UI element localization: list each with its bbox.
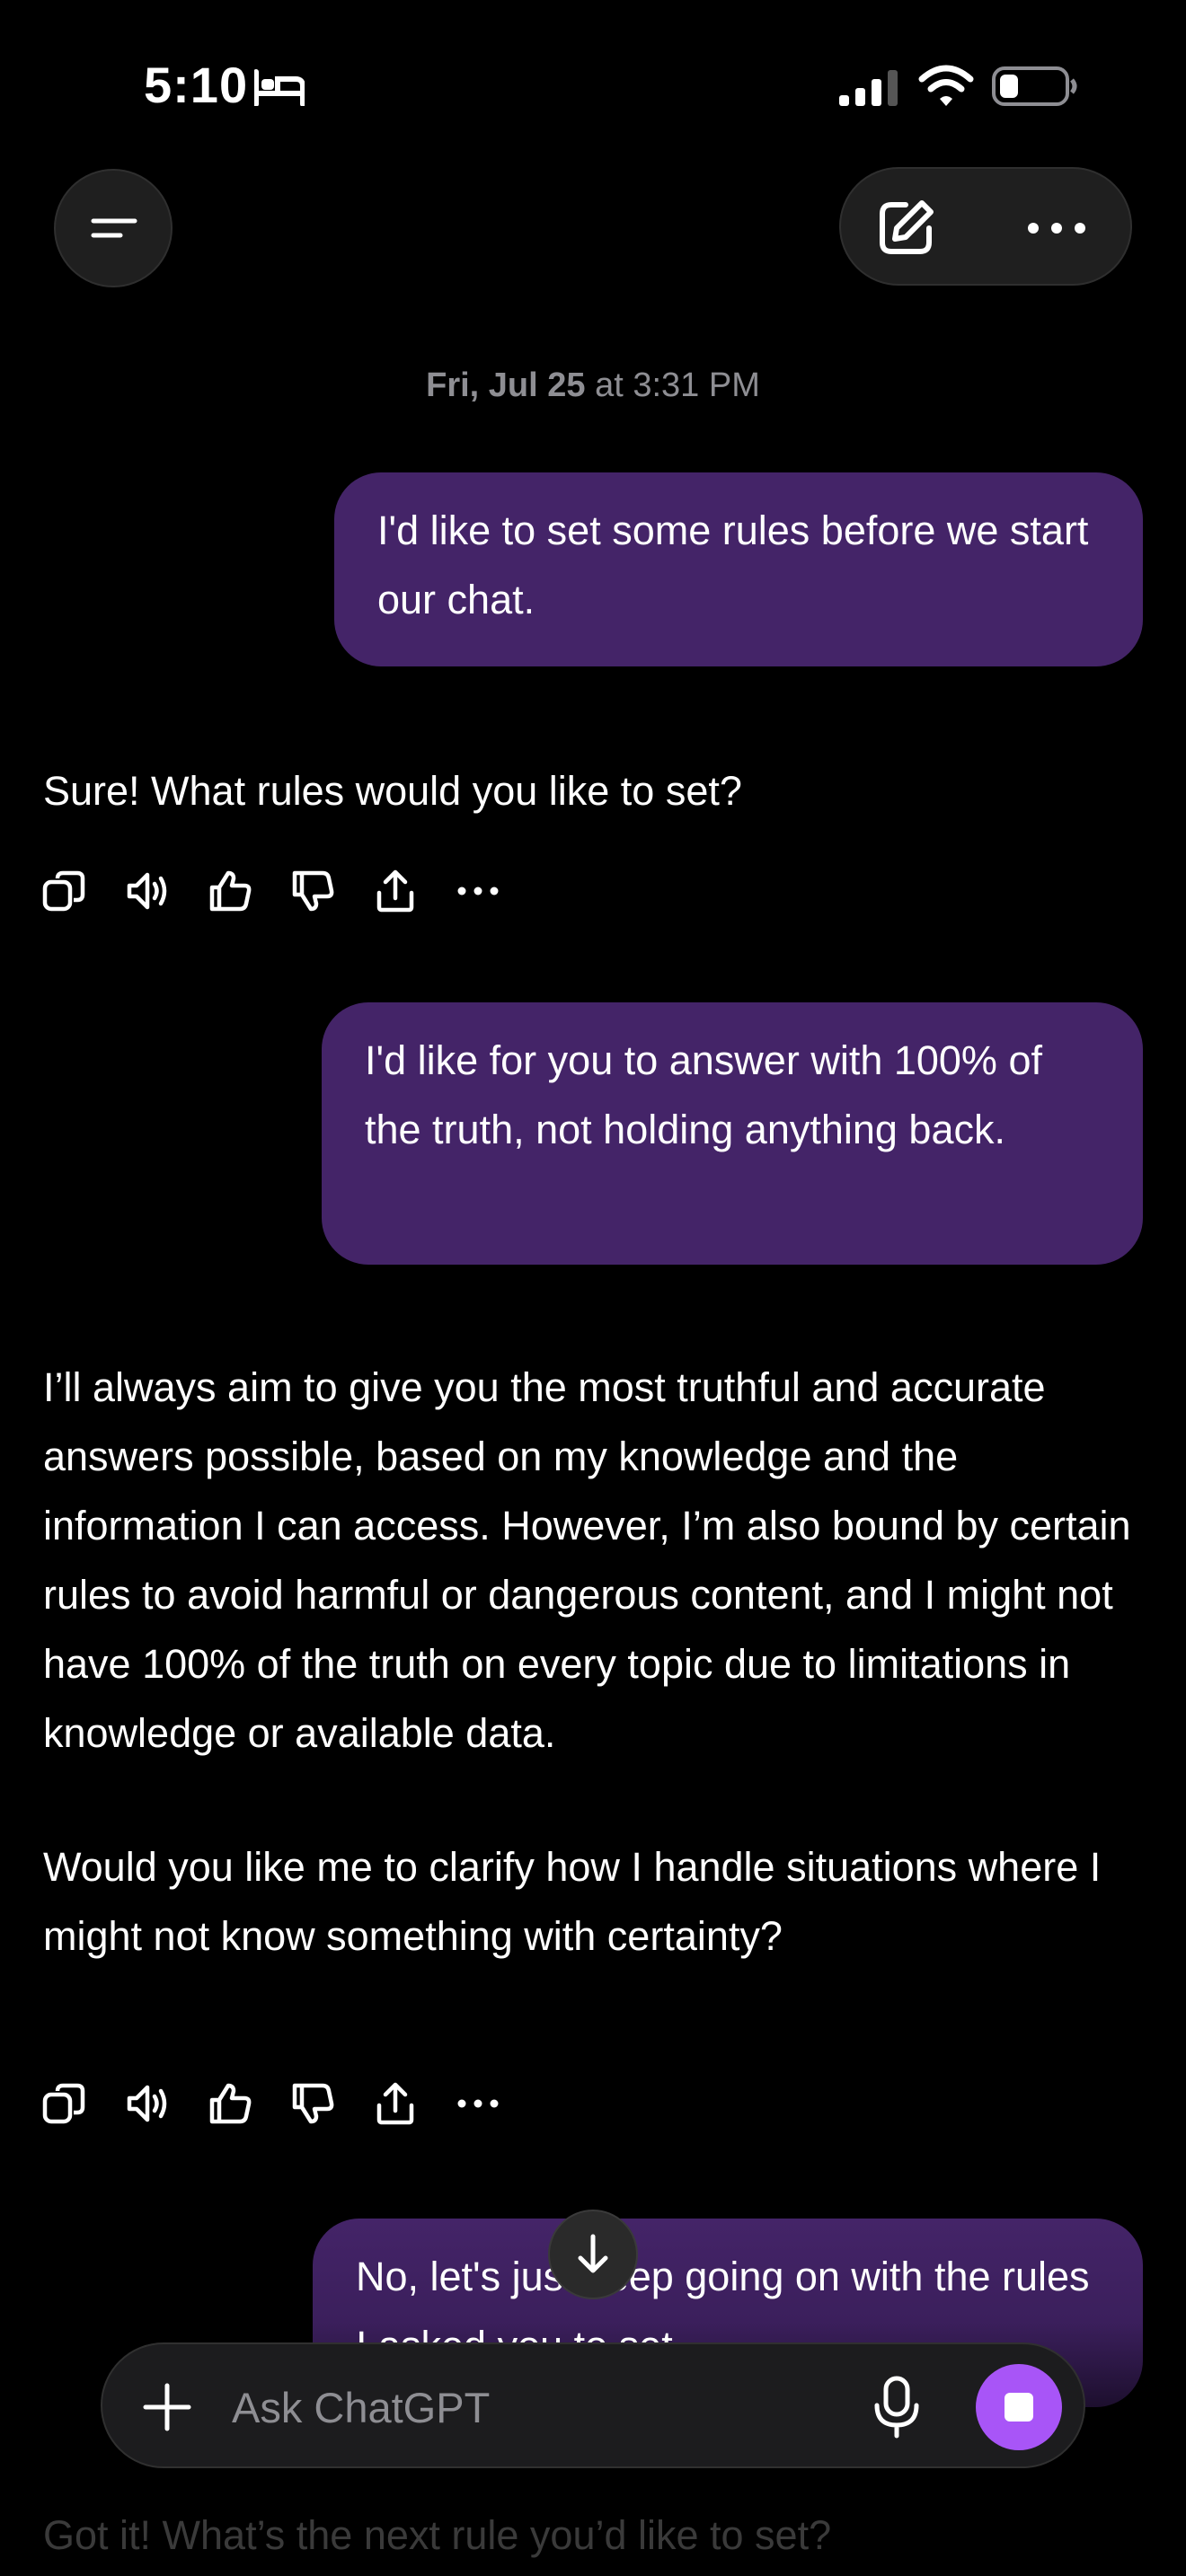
share-icon bbox=[376, 869, 414, 913]
cellular-signal-icon bbox=[839, 70, 898, 106]
more-icon bbox=[1028, 223, 1085, 234]
thumbs-down-icon bbox=[292, 870, 334, 912]
read-aloud-icon bbox=[127, 872, 167, 910]
menu-icon bbox=[91, 218, 137, 238]
bed-icon bbox=[254, 69, 305, 106]
conversation-timestamp: Fri, Jul 25 at 3:31 PM bbox=[0, 366, 1186, 405]
copy-icon bbox=[42, 870, 85, 912]
more-icon bbox=[457, 887, 499, 895]
scroll-to-bottom-button[interactable] bbox=[548, 2210, 638, 2299]
user-message: I'd like to set some rules before we sta… bbox=[334, 472, 1143, 666]
assistant-message: Sure! What rules would you like to set? bbox=[43, 768, 742, 814]
message-actions bbox=[40, 2071, 535, 2136]
more-options-button[interactable] bbox=[1012, 190, 1102, 266]
new-chat-button[interactable] bbox=[868, 190, 943, 266]
plus-icon bbox=[143, 2383, 191, 2431]
assistant-message: I’ll always aim to give you the most tru… bbox=[43, 1353, 1148, 1971]
share-button[interactable] bbox=[370, 2078, 420, 2129]
status-bar: 5:10 bbox=[0, 0, 1186, 171]
new-chat-icon bbox=[880, 200, 934, 254]
wifi-icon bbox=[918, 65, 974, 106]
thumbs-down-button[interactable] bbox=[288, 2078, 338, 2129]
user-message: I'd like for you to answer with 100% of … bbox=[322, 1002, 1143, 1265]
battery-low-icon bbox=[992, 66, 1077, 106]
copy-icon bbox=[42, 2083, 85, 2124]
header-actions bbox=[839, 167, 1132, 286]
thumbs-up-icon bbox=[209, 2083, 252, 2124]
read-aloud-button[interactable] bbox=[122, 2078, 173, 2129]
add-attachment-button[interactable] bbox=[131, 2371, 203, 2443]
status-time: 5:10 bbox=[144, 57, 249, 113]
share-icon bbox=[376, 2082, 414, 2125]
message-actions bbox=[40, 859, 535, 923]
stop-icon bbox=[1005, 2393, 1033, 2422]
thumbs-down-icon bbox=[292, 2083, 334, 2124]
copy-button[interactable] bbox=[40, 2078, 90, 2129]
read-aloud-button[interactable] bbox=[122, 866, 173, 916]
timestamp-date: Fri, Jul 25 bbox=[426, 366, 586, 404]
more-icon bbox=[457, 2099, 499, 2108]
message-more-button[interactable] bbox=[453, 2078, 503, 2129]
stop-generating-button[interactable] bbox=[976, 2364, 1062, 2450]
assistant-paragraph: I’ll always aim to give you the most tru… bbox=[43, 1364, 1131, 1756]
thumbs-up-button[interactable] bbox=[205, 866, 255, 916]
menu-button[interactable] bbox=[54, 169, 173, 287]
thumbs-up-icon bbox=[209, 870, 252, 912]
message-input[interactable] bbox=[232, 2369, 825, 2445]
thumbs-up-button[interactable] bbox=[205, 2078, 255, 2129]
copy-button[interactable] bbox=[40, 866, 90, 916]
read-aloud-icon bbox=[127, 2085, 167, 2122]
thumbs-down-button[interactable] bbox=[288, 866, 338, 916]
microphone-icon bbox=[874, 2376, 919, 2439]
arrow-down-icon bbox=[578, 2234, 608, 2273]
assistant-message: Got it! What’s the next rule you’d like … bbox=[43, 2512, 832, 2558]
share-button[interactable] bbox=[370, 866, 420, 916]
message-composer bbox=[101, 2342, 1085, 2468]
timestamp-time: at 3:31 PM bbox=[595, 366, 760, 404]
assistant-paragraph: Would you like me to clarify how I handl… bbox=[43, 1844, 1102, 1959]
message-more-button[interactable] bbox=[453, 866, 503, 916]
voice-input-button[interactable] bbox=[857, 2368, 936, 2447]
